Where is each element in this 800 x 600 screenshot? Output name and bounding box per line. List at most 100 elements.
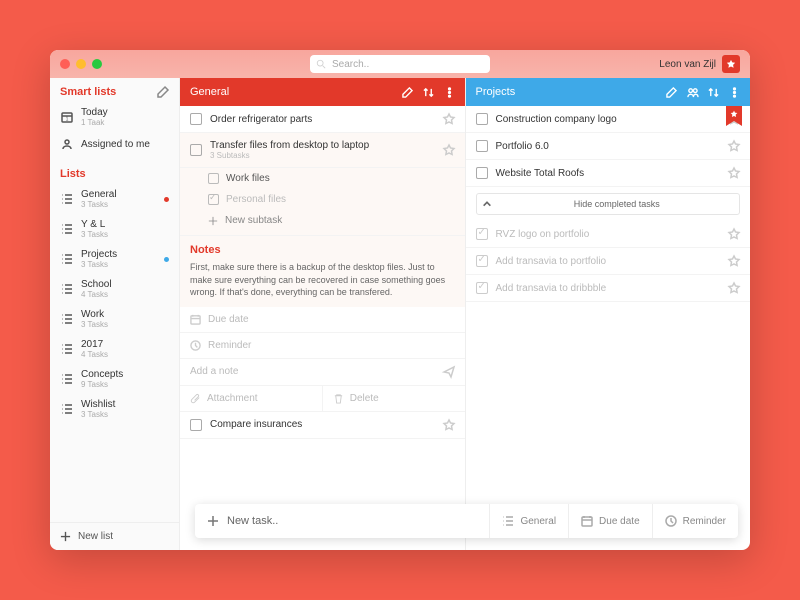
new-list-button[interactable]: New list [50,522,179,550]
task-row[interactable]: Order refrigerator parts [180,106,465,133]
search-icon [316,59,326,69]
sidebar-item-sub: 1 Taak [81,118,108,127]
sidebar-item[interactable]: Wishlist3 Tasks [50,394,179,424]
sidebar: Smart lists Today1 Taak Assigned to me L… [50,78,180,550]
smart-lists-header: Smart lists [50,78,179,102]
task-row[interactable]: Compare insurances [180,412,465,439]
zoom-button[interactable] [92,59,102,69]
minimize-button[interactable] [76,59,86,69]
new-task-placeholder: New task.. [227,515,278,527]
column-projects: Projects Construction company logo Portfo… [466,78,751,550]
delete-button[interactable]: Delete [323,386,465,411]
plus-icon [60,531,71,542]
sidebar-item[interactable]: General3 Tasks [50,184,179,214]
new-task-bar: New task.. General Due date Reminder [195,504,738,538]
send-icon[interactable] [443,366,455,378]
edit-icon[interactable] [402,87,413,98]
more-icon[interactable] [444,87,455,98]
task-row[interactable]: Website Total Roofs [466,160,751,187]
star-icon[interactable] [443,144,455,156]
due-date-row[interactable]: Due date [180,307,465,333]
new-task-input[interactable]: New task.. [195,515,489,527]
edit-icon[interactable] [666,87,677,98]
sidebar-item[interactable]: School4 Tasks [50,274,179,304]
list-icon [60,372,74,386]
plus-icon [207,515,219,527]
task-row[interactable]: Construction company logo [466,106,751,133]
task-title: Portfolio 6.0 [496,141,721,152]
checkbox[interactable] [208,194,219,205]
share-icon[interactable] [687,87,698,98]
sidebar-item-sub: 9 Tasks [81,380,123,389]
sidebar-item-label: Projects [81,249,117,260]
sort-icon[interactable] [423,87,434,98]
sidebar-item-sub: 3 Tasks [81,410,115,419]
checkbox[interactable] [476,228,488,240]
hide-completed-button[interactable]: Hide completed tasks [476,193,741,215]
list-icon [60,222,74,236]
checkbox[interactable] [476,282,488,294]
list-icon [60,402,74,416]
star-icon[interactable] [728,255,740,267]
sidebar-item-sub: 4 Tasks [81,350,108,359]
column-header: General [180,78,465,106]
sidebar-item-today[interactable]: Today1 Taak [50,102,179,132]
close-button[interactable] [60,59,70,69]
subtask-title: Work files [226,173,270,184]
task-title: Compare insurances [210,419,435,430]
checkbox[interactable] [190,419,202,431]
search-input[interactable]: Search.. [310,55,490,73]
checkbox[interactable] [476,255,488,267]
main: Smart lists Today1 Taak Assigned to me L… [50,78,750,550]
color-dot [164,197,169,202]
sidebar-item[interactable]: 20174 Tasks [50,334,179,364]
calendar-icon [60,110,74,124]
sidebar-item-sub: 4 Tasks [81,290,112,299]
add-subtask[interactable]: New subtask [208,210,455,231]
star-icon[interactable] [728,282,740,294]
edit-icon[interactable] [157,86,169,98]
subtask-row[interactable]: Personal files [208,189,455,210]
checkbox[interactable] [476,113,488,125]
add-note-row[interactable]: Add a note [180,359,465,386]
clock-icon [665,515,677,527]
checkbox[interactable] [476,140,488,152]
chevron-up-icon [482,199,492,209]
checkbox[interactable] [476,167,488,179]
sort-icon[interactable] [708,87,719,98]
star-icon[interactable] [728,167,740,179]
task-row[interactable]: Add transavia to dribbble [466,275,751,302]
star-icon[interactable] [728,140,740,152]
sidebar-item[interactable]: Y & L3 Tasks [50,214,179,244]
sidebar-item[interactable]: Projects3 Tasks [50,244,179,274]
more-icon[interactable] [729,87,740,98]
sidebar-item[interactable]: Concepts9 Tasks [50,364,179,394]
new-task-due[interactable]: Due date [568,504,652,538]
notes-section: Notes First, make sure there is a backup… [180,236,465,307]
attachment-button[interactable]: Attachment [180,386,323,411]
user-block[interactable]: Leon van Zijl [659,55,740,73]
trash-icon [333,393,344,404]
new-task-reminder[interactable]: Reminder [652,504,738,538]
task-row[interactable]: Add transavia to portfolio [466,248,751,275]
task-subtitle: 3 Subtasks [210,151,435,160]
checkbox[interactable] [190,113,202,125]
task-row[interactable]: RVZ logo on portfolio [466,221,751,248]
column-general: General Order refrigerator parts [180,78,466,550]
attachment-delete-row: Attachment Delete [180,386,465,412]
column-title: Projects [476,86,667,98]
star-icon[interactable] [728,228,740,240]
new-task-list-select[interactable]: General [489,504,568,538]
checkbox[interactable] [190,144,202,156]
subtask-row[interactable]: Work files [208,168,455,189]
task-row[interactable]: Transfer files from desktop to laptop3 S… [180,133,465,168]
sidebar-item-assigned[interactable]: Assigned to me [50,132,179,156]
star-icon[interactable] [443,113,455,125]
star-icon[interactable] [443,419,455,431]
task-title: Order refrigerator parts [210,114,435,125]
reminder-row[interactable]: Reminder [180,333,465,359]
checkbox[interactable] [208,173,219,184]
sidebar-item[interactable]: Work3 Tasks [50,304,179,334]
task-row[interactable]: Portfolio 6.0 [466,133,751,160]
brand-icon [722,55,740,73]
